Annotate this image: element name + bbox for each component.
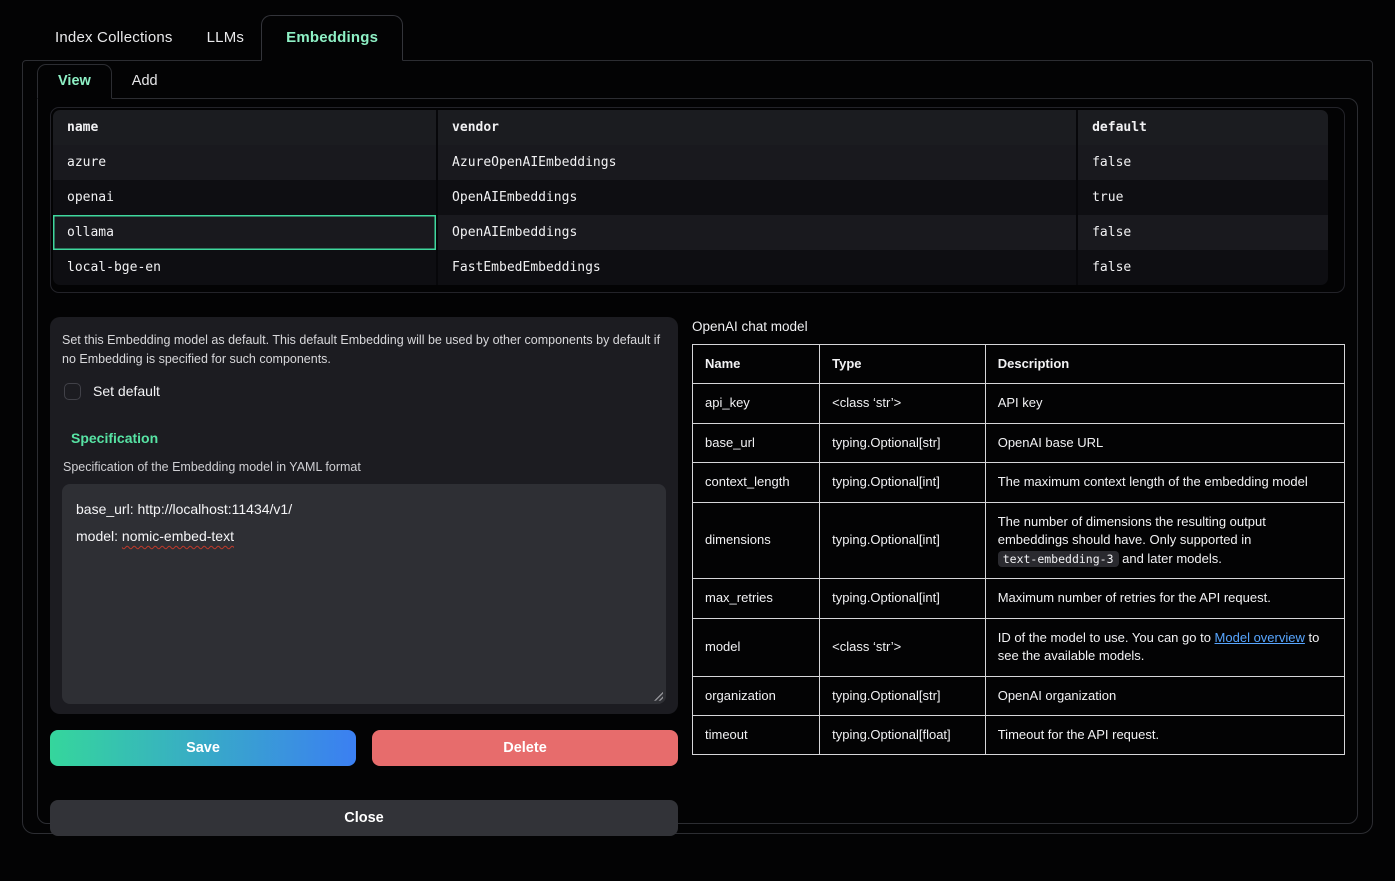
set-default-checkbox[interactable] — [64, 383, 81, 400]
tab-add[interactable]: Add — [112, 65, 178, 98]
param-type: <class ‘str’> — [820, 618, 986, 676]
cell-default[interactable]: false — [1078, 250, 1328, 285]
param-type: <class ‘str’> — [820, 384, 986, 423]
close-button[interactable]: Close — [50, 800, 678, 836]
table-row-ollama-selected[interactable]: ollama OpenAIEmbeddings false — [53, 215, 1328, 250]
param-row-model: model <class ‘str’> ID of the model to u… — [693, 618, 1345, 676]
param-description: OpenAI base URL — [985, 423, 1344, 462]
cell-default[interactable]: true — [1078, 180, 1328, 215]
tab-llms[interactable]: LLMs — [190, 16, 261, 60]
cell-vendor[interactable]: OpenAIEmbeddings — [438, 215, 1078, 250]
main-tab-bar: Index Collections LLMs Embeddings — [0, 0, 1395, 60]
edit-column: Set this Embedding model as default. Thi… — [50, 317, 678, 836]
column-header-vendor: vendor — [438, 110, 1078, 145]
code-chip: text-embedding-3 — [998, 551, 1119, 567]
param-type: typing.Optional[int] — [820, 579, 986, 618]
tab-embeddings[interactable]: Embeddings — [261, 15, 403, 61]
model-overview-link[interactable]: Model overview — [1215, 630, 1305, 645]
column-header-name: name — [53, 110, 438, 145]
param-description: Timeout for the API request. — [985, 715, 1344, 754]
param-row-dimensions: dimensions typing.Optional[int] The numb… — [693, 502, 1345, 578]
set-default-row[interactable]: Set default — [64, 383, 666, 400]
cell-vendor[interactable]: AzureOpenAIEmbeddings — [438, 145, 1078, 180]
set-default-label: Set default — [93, 383, 160, 399]
param-description: The maximum context length of the embedd… — [985, 463, 1344, 502]
delete-button[interactable]: Delete — [372, 730, 678, 766]
param-header-name: Name — [693, 345, 820, 384]
param-description: Maximum number of retries for the API re… — [985, 579, 1344, 618]
param-header-description: Description — [985, 345, 1344, 384]
default-description: Set this Embedding model as default. Thi… — [62, 331, 666, 370]
param-name: timeout — [693, 715, 820, 754]
param-row-context-length: context_length typing.Optional[int] The … — [693, 463, 1345, 502]
save-button[interactable]: Save — [50, 730, 356, 766]
yaml-line-1: base_url: http://localhost:11434/v1/ — [76, 496, 652, 523]
cell-default[interactable]: false — [1078, 215, 1328, 250]
param-type: typing.Optional[str] — [820, 676, 986, 715]
cell-default[interactable]: false — [1078, 145, 1328, 180]
param-description: ID of the model to use. You can go to Mo… — [985, 618, 1344, 676]
cell-name[interactable]: openai — [53, 180, 438, 215]
cell-vendor[interactable]: OpenAIEmbeddings — [438, 180, 1078, 215]
param-name: api_key — [693, 384, 820, 423]
param-type: typing.Optional[str] — [820, 423, 986, 462]
embeddings-table-container: name vendor default azure AzureOpenAIEmb… — [50, 107, 1345, 293]
yaml-line-2: model: nomic-embed-text — [76, 523, 652, 550]
default-settings-panel: Set this Embedding model as default. Thi… — [50, 317, 678, 714]
param-name: dimensions — [693, 502, 820, 578]
embeddings-table-header: name vendor default — [53, 110, 1328, 145]
view-panel: name vendor default azure AzureOpenAIEmb… — [37, 98, 1358, 824]
model-docs-title: OpenAI chat model — [692, 319, 1345, 334]
sub-tab-bar: View Add — [23, 61, 1372, 98]
tab-index-collections[interactable]: Index Collections — [38, 16, 190, 60]
param-row-base-url: base_url typing.Optional[str] OpenAI bas… — [693, 423, 1345, 462]
embeddings-panel: View Add name vendor default azure Azure… — [22, 60, 1373, 834]
param-name: model — [693, 618, 820, 676]
param-name: context_length — [693, 463, 820, 502]
model-params-table: Name Type Description api_key <class ‘st… — [692, 344, 1345, 755]
param-name: base_url — [693, 423, 820, 462]
param-type: typing.Optional[int] — [820, 463, 986, 502]
model-docs-column: OpenAI chat model Name Type Description … — [692, 317, 1345, 836]
param-name: max_retries — [693, 579, 820, 618]
embeddings-table: name vendor default azure AzureOpenAIEmb… — [53, 110, 1328, 285]
specification-heading: Specification — [71, 430, 666, 446]
table-row-openai[interactable]: openai OpenAIEmbeddings true — [53, 180, 1328, 215]
param-type: typing.Optional[float] — [820, 715, 986, 754]
table-row-local-bge-en[interactable]: local-bge-en FastEmbedEmbeddings false — [53, 250, 1328, 285]
cell-vendor[interactable]: FastEmbedEmbeddings — [438, 250, 1078, 285]
cell-name[interactable]: azure — [53, 145, 438, 180]
param-name: organization — [693, 676, 820, 715]
cell-name-selected[interactable]: ollama — [53, 215, 438, 250]
param-description: API key — [985, 384, 1344, 423]
resize-handle-icon[interactable] — [652, 690, 663, 701]
param-row-max-retries: max_retries typing.Optional[int] Maximum… — [693, 579, 1345, 618]
yaml-spec-textarea[interactable]: base_url: http://localhost:11434/v1/ mod… — [62, 484, 666, 704]
param-type: typing.Optional[int] — [820, 502, 986, 578]
misspelled-word: nomic-embed-text — [122, 528, 234, 544]
param-row-timeout: timeout typing.Optional[float] Timeout f… — [693, 715, 1345, 754]
specification-hint: Specification of the Embedding model in … — [63, 460, 666, 474]
param-description: The number of dimensions the resulting o… — [985, 502, 1344, 578]
tab-view[interactable]: View — [37, 64, 112, 99]
cell-name[interactable]: local-bge-en — [53, 250, 438, 285]
param-description: OpenAI organization — [985, 676, 1344, 715]
param-row-api-key: api_key <class ‘str’> API key — [693, 384, 1345, 423]
column-header-default: default — [1078, 110, 1328, 145]
param-header-type: Type — [820, 345, 986, 384]
params-header-row: Name Type Description — [693, 345, 1345, 384]
param-row-organization: organization typing.Optional[str] OpenAI… — [693, 676, 1345, 715]
table-row-azure[interactable]: azure AzureOpenAIEmbeddings false — [53, 145, 1328, 180]
